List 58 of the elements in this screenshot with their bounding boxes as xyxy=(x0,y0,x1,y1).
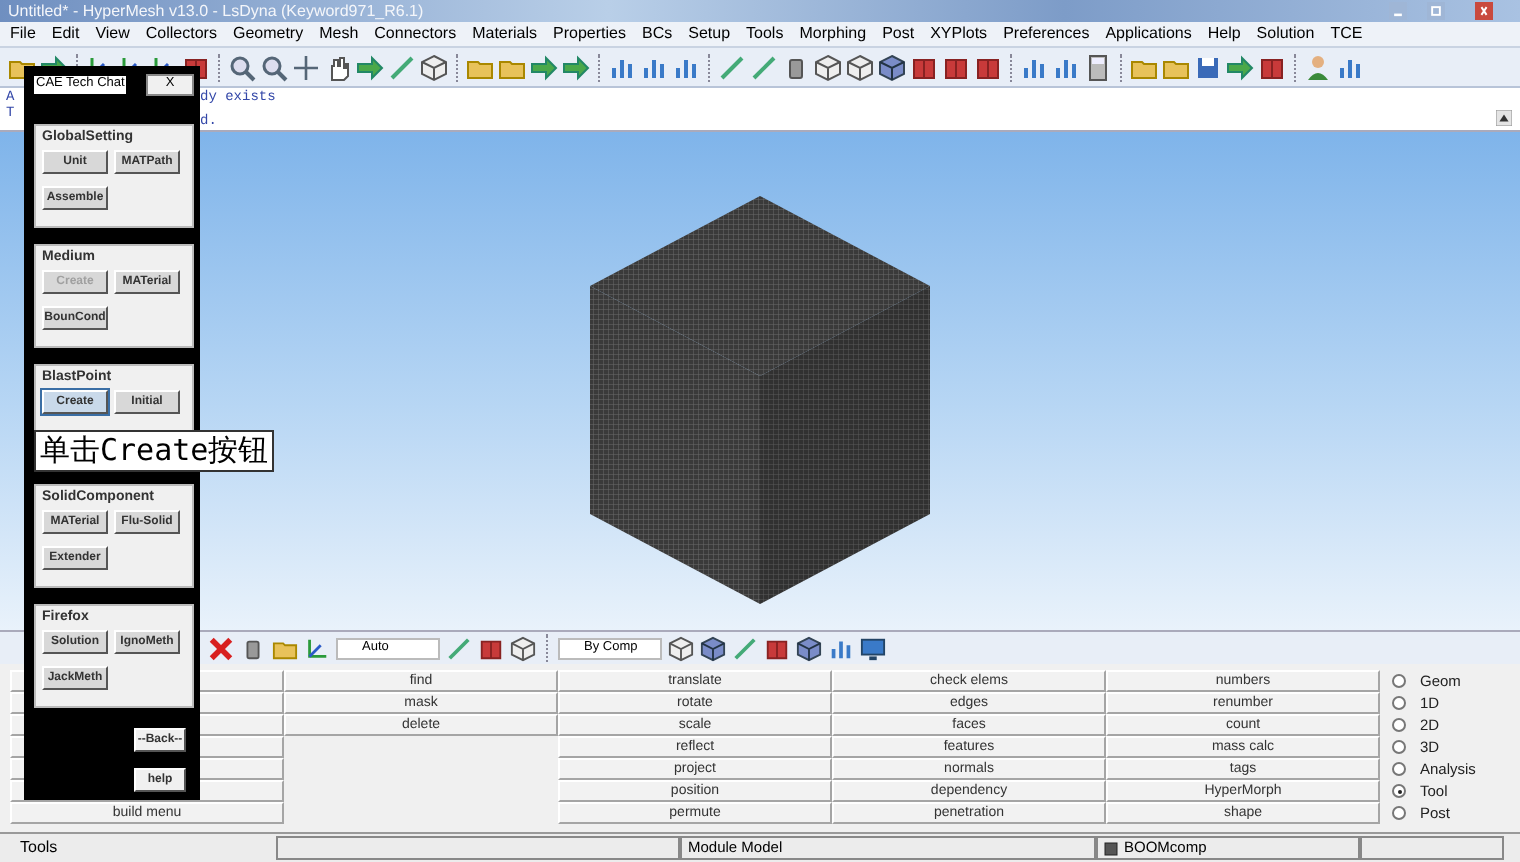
book-icon[interactable] xyxy=(910,53,938,81)
menu-item[interactable]: TCE xyxy=(1330,26,1363,42)
menu-item[interactable]: XYPlots xyxy=(930,26,988,42)
menu-item[interactable]: Setup xyxy=(688,26,731,42)
arrow-icon[interactable] xyxy=(356,53,384,81)
scroll-up-icon[interactable] xyxy=(1496,110,1512,126)
axes-icon[interactable] xyxy=(304,635,330,661)
menu-item[interactable]: Post xyxy=(882,26,915,42)
cube-icon[interactable] xyxy=(510,635,536,661)
window-title: Untitled* - HyperMesh v13.0 - LsDyna (Keyword971_R6.1) xyxy=(8,3,424,19)
menu-item[interactable]: Help xyxy=(1207,26,1241,42)
menu-item[interactable]: Applications xyxy=(1105,26,1192,42)
solid-cube-icon[interactable] xyxy=(878,53,906,81)
book-icon[interactable] xyxy=(1258,53,1286,81)
menu-item[interactable]: Mesh xyxy=(319,26,359,42)
menu-item[interactable]: Edit xyxy=(51,26,80,42)
cube-icon[interactable] xyxy=(420,53,448,81)
solid-cube-icon[interactable] xyxy=(796,635,822,661)
square-icon xyxy=(1104,841,1118,855)
menu-item[interactable]: File xyxy=(10,26,36,42)
crosshair-icon[interactable] xyxy=(292,53,320,81)
radio-button[interactable] xyxy=(1392,674,1406,688)
menu-item[interactable]: Tools xyxy=(746,26,784,42)
radio-button[interactable] xyxy=(1392,762,1406,776)
arrow-icon[interactable] xyxy=(530,53,558,81)
menu-item[interactable]: Collectors xyxy=(145,26,217,42)
book-icon[interactable] xyxy=(974,53,1002,81)
line-icon[interactable] xyxy=(718,53,746,81)
radio-button[interactable] xyxy=(1392,784,1406,798)
book-icon[interactable] xyxy=(942,53,970,81)
status-text: Tools xyxy=(18,840,60,856)
radio-button[interactable] xyxy=(1392,718,1406,732)
magnifier-icon[interactable] xyxy=(260,53,288,81)
menu-item[interactable]: BCs xyxy=(642,26,673,42)
menu-item[interactable]: Properties xyxy=(553,26,626,42)
solid-cube-icon[interactable] xyxy=(700,635,726,661)
monitor-icon[interactable] xyxy=(860,635,886,661)
menu-item[interactable]: Materials xyxy=(472,26,538,42)
menu-item[interactable]: View xyxy=(95,26,130,42)
radio-button[interactable] xyxy=(1392,696,1406,710)
book-icon[interactable] xyxy=(764,635,790,661)
menu-item[interactable]: Solution xyxy=(1256,26,1315,42)
caption-text: 单击Create按钮 xyxy=(34,430,275,473)
menu-item[interactable]: Connectors xyxy=(374,26,457,42)
arrow-icon[interactable] xyxy=(562,53,590,81)
radio-button[interactable] xyxy=(1392,806,1406,820)
delete-icon[interactable] xyxy=(208,635,234,661)
book-icon[interactable] xyxy=(478,635,504,661)
magnifier-icon[interactable] xyxy=(228,53,256,81)
arrow-icon[interactable] xyxy=(1226,53,1254,81)
cube-icon[interactable] xyxy=(814,53,842,81)
radio-button[interactable] xyxy=(1392,740,1406,754)
menu-item[interactable]: Morphing xyxy=(799,26,867,42)
person-icon[interactable] xyxy=(1304,53,1332,81)
menu-item[interactable]: Geometry xyxy=(232,26,304,42)
cube-icon[interactable] xyxy=(668,635,694,661)
cube-icon[interactable] xyxy=(846,53,874,81)
menu-item[interactable]: Preferences xyxy=(1003,26,1090,42)
